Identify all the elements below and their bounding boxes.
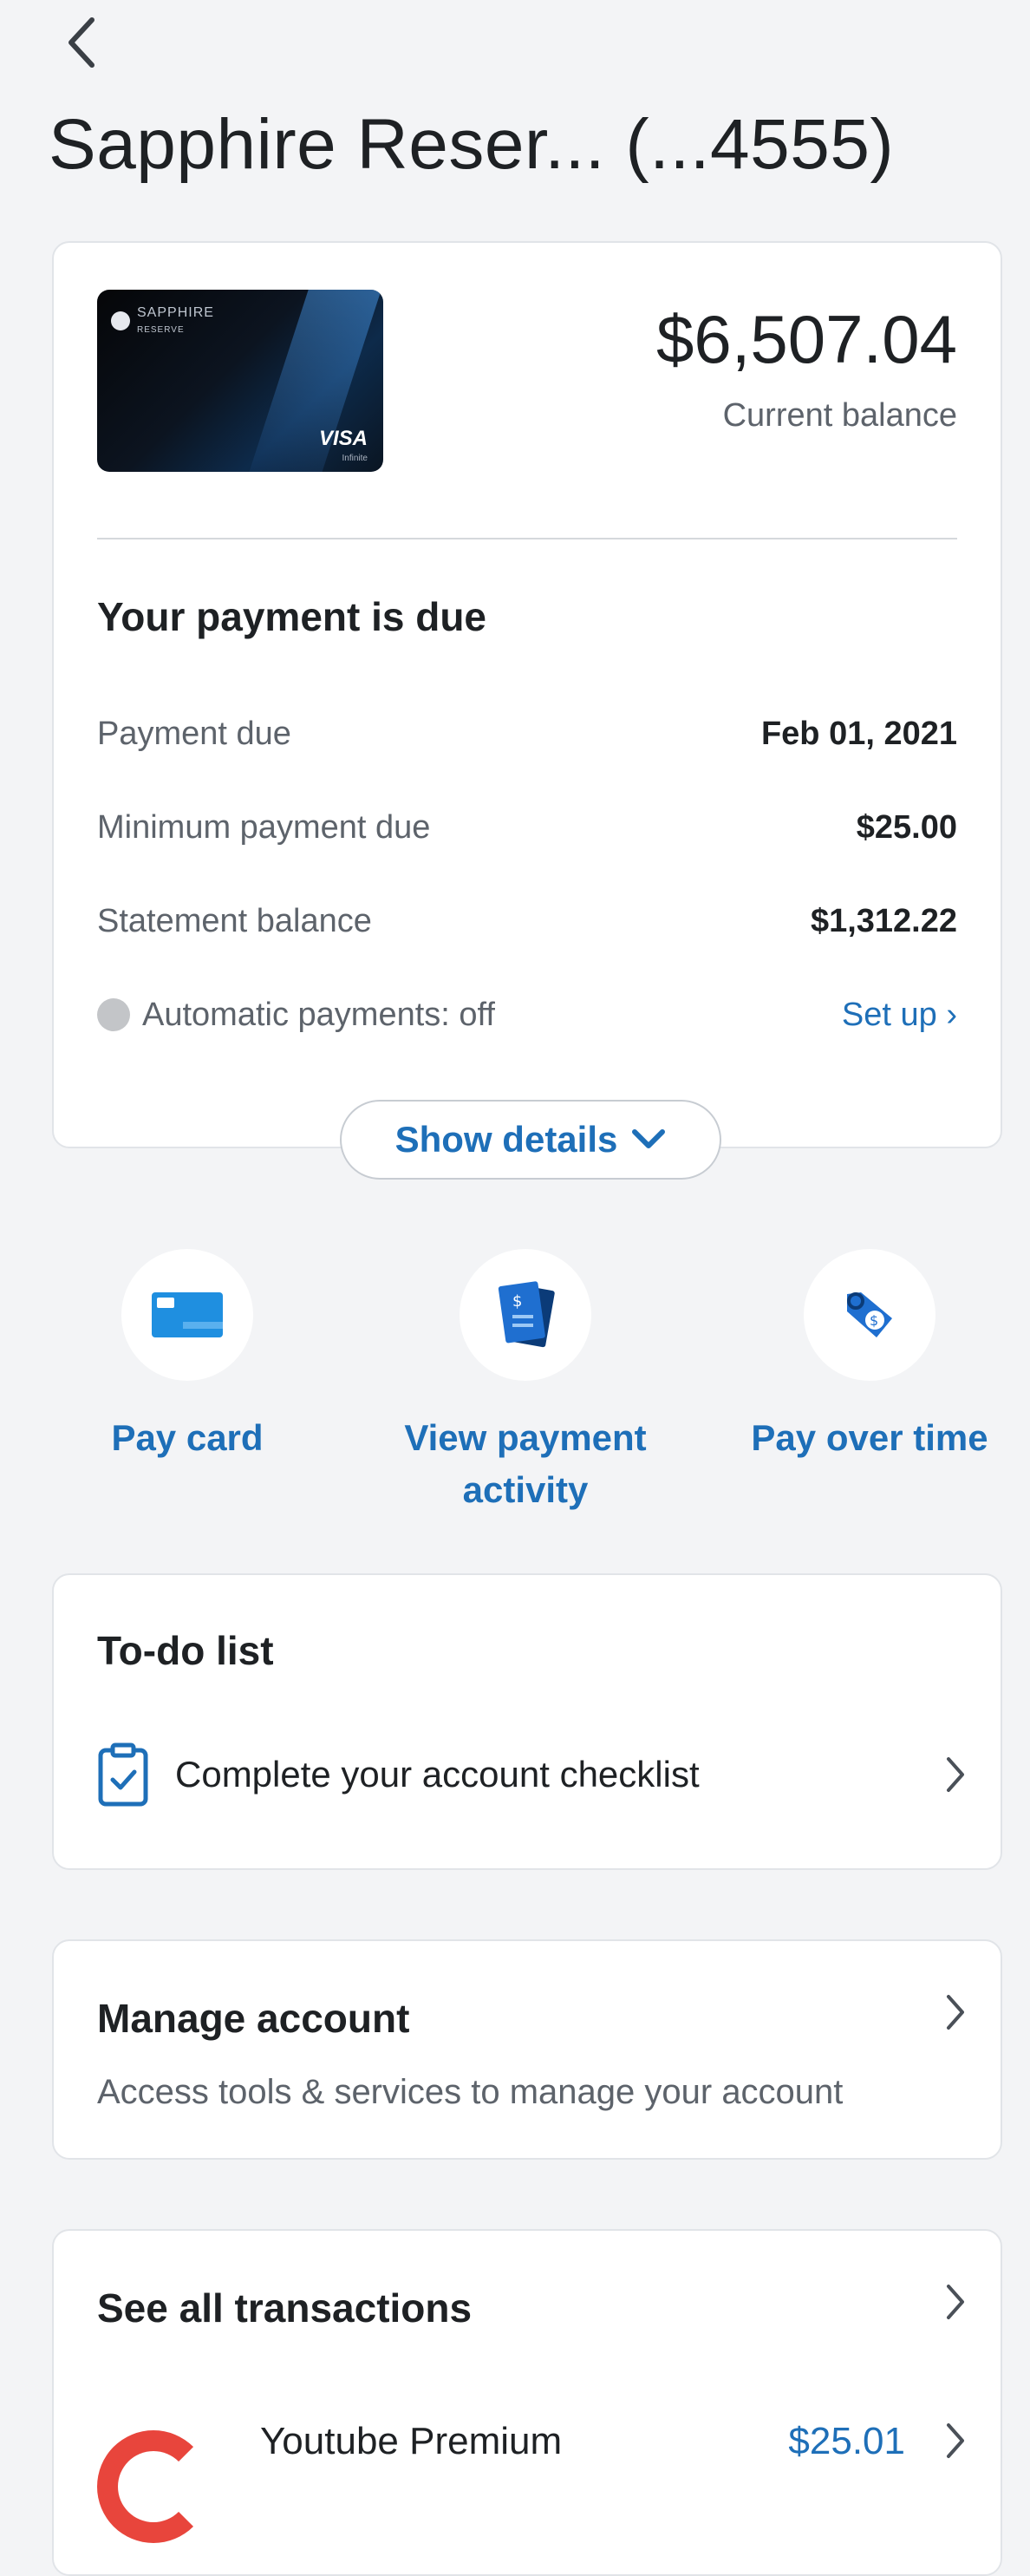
action-label: Pay over time (751, 1417, 988, 1458)
row-value: $1,312.22 (810, 902, 957, 939)
clipboard-check-icon (98, 1742, 148, 1807)
credit-card-image: SAPPHIRE RESERVE VISA Infinite (97, 290, 383, 472)
row-label: Payment due (97, 715, 291, 752)
status-dot-icon (97, 998, 130, 1031)
see-all-transactions-link[interactable]: See all transactions (97, 2285, 472, 2331)
row-label: Minimum payment due (97, 808, 431, 846)
action-label: Pay card (111, 1417, 264, 1458)
receipt-icon: $ (498, 1281, 555, 1348)
show-details-button[interactable]: Show details (340, 1100, 721, 1180)
transaction-amount: $25.01 (788, 2420, 905, 2462)
current-balance-amount: $6,507.04 (655, 301, 957, 377)
autopay-status: Automatic payments: off (142, 996, 495, 1033)
minimum-payment-row: Minimum payment due $25.00 (97, 801, 957, 853)
pay-over-time-button[interactable]: $ Pay over time (714, 1249, 1026, 1464)
todo-title: To-do list (97, 1628, 274, 1673)
chevron-down-icon (632, 1129, 666, 1148)
row-value: $25.00 (856, 808, 957, 846)
statement-balance-row: Statement balance $1,312.22 (97, 895, 957, 947)
transaction-name: Youtube Premium (260, 2420, 563, 2462)
chevron-right-icon (947, 1757, 964, 1792)
card-network-sub: Infinite (342, 454, 368, 463)
action-label-line1: View payment (404, 1417, 647, 1458)
todo-list-card: To-do list Complete your account checkli… (52, 1573, 1002, 1870)
setup-autopay-link[interactable]: Set up › (842, 997, 957, 1034)
autopay-row: Automatic payments: off Set up › (97, 989, 957, 1041)
chevron-left-icon (68, 17, 95, 68)
view-payment-activity-button[interactable]: $ View payment activity (369, 1249, 681, 1516)
account-overview-card: SAPPHIRE RESERVE VISA Infinite $6,507.04… (52, 241, 1002, 1148)
manage-title: Manage account (97, 1996, 410, 2041)
card-brand: SAPPHIRE (137, 305, 214, 320)
row-value: Feb 01, 2021 (760, 715, 957, 752)
payment-due-heading: Your payment is due (97, 594, 487, 639)
chevron-right-icon (947, 1995, 964, 2030)
svg-text:$: $ (870, 1312, 878, 1329)
transaction-row[interactable]: Youtube Premium $25.01 (97, 2413, 966, 2543)
quick-actions: Pay card $ View payment activity $ Pay o… (0, 1249, 1030, 1527)
credit-card-icon (152, 1292, 223, 1337)
card-network: VISA (318, 427, 368, 450)
merchant-logo-icon (97, 2430, 210, 2543)
chevron-right-icon[interactable] (945, 2283, 966, 2321)
current-balance-label: Current balance (722, 397, 957, 434)
checklist-label: Complete your account checklist (175, 1754, 700, 1795)
divider (97, 538, 957, 539)
action-label-line2: activity (462, 1469, 589, 1510)
chase-logo-icon (111, 311, 130, 330)
transactions-card: See all transactions Youtube Premium $25… (52, 2229, 1002, 2576)
show-details-label: Show details (394, 1119, 618, 1160)
back-button[interactable] (55, 12, 108, 73)
page-title: Sapphire Reser... (...4555) (49, 105, 895, 184)
svg-text:$: $ (512, 1292, 522, 1311)
pay-card-button[interactable]: Pay card (31, 1249, 343, 1464)
manage-account-card[interactable]: Manage account Access tools & services t… (52, 1939, 1002, 2160)
row-label: Statement balance (97, 902, 372, 939)
account-checklist-item[interactable]: Complete your account checklist (97, 1731, 966, 1818)
card-sub: RESERVE (137, 325, 185, 335)
price-tag-icon: $ (847, 1292, 892, 1337)
manage-subtitle: Access tools & services to manage your a… (97, 2073, 844, 2111)
payment-due-row: Payment due Feb 01, 2021 (97, 708, 957, 760)
chevron-right-icon (947, 2423, 964, 2458)
